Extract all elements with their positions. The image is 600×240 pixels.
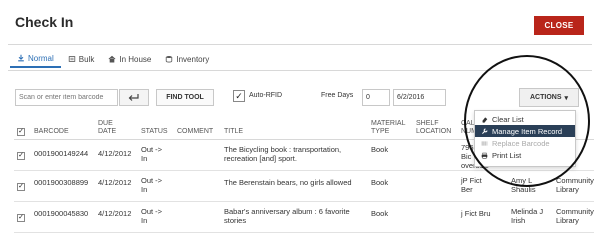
- find-tool-button[interactable]: FIND TOOL: [156, 89, 214, 106]
- tab-normal[interactable]: Normal: [10, 50, 61, 68]
- bulk-icon: [68, 56, 75, 62]
- status-cell-line1: Out ->: [141, 207, 163, 216]
- status-cell-line2: In: [141, 185, 148, 194]
- due-date-cell: 4/12/2012: [98, 149, 132, 158]
- library-cell-line2: Library: [556, 185, 579, 194]
- author-cell-line2: Irish: [511, 216, 526, 225]
- due-date-cell: 4/12/2012: [98, 178, 132, 187]
- page-title: Check In: [15, 14, 74, 30]
- download-icon: [18, 54, 24, 62]
- barcode-icon: [481, 140, 488, 146]
- check-in-toolbar: FIND TOOL ✓ Auto-RFID Free Days 0 6/2/20…: [15, 88, 600, 107]
- title-cell-line2: stories: [224, 216, 247, 225]
- col-barcode[interactable]: BARCODE: [34, 128, 69, 136]
- auto-rfid-label: Auto-RFID: [249, 92, 283, 99]
- col-shelf-location-line1[interactable]: SHELF: [416, 120, 439, 128]
- actions-menu: Clear List Manage Item Record Replace Ba…: [474, 110, 576, 167]
- free-days-input[interactable]: 0: [362, 89, 390, 106]
- eraser-icon: [482, 116, 488, 123]
- tab-bulk-label: Bulk: [78, 54, 95, 64]
- material-type-cell: Book: [371, 209, 389, 218]
- barcode-scan-input[interactable]: [15, 89, 118, 106]
- enter-arrow-icon: [128, 94, 139, 101]
- col-comment[interactable]: COMMENT: [177, 128, 213, 136]
- call-number-cell-line2: Ber: [461, 185, 473, 194]
- material-type-cell: Book: [371, 145, 389, 154]
- tabs-divider: [8, 70, 592, 71]
- col-status[interactable]: STATUS: [141, 128, 168, 136]
- library-cell-line2: Library: [556, 216, 579, 225]
- author-cell-line1: Melinda J: [511, 207, 544, 216]
- library-cell-line1: Community: [556, 176, 594, 185]
- select-all-checkbox[interactable]: ✓: [17, 128, 25, 136]
- actions-button-label: ACTIONS: [529, 94, 562, 101]
- call-number-cell-line2: Bic: [461, 152, 472, 161]
- due-date-cell: 4/12/2012: [98, 209, 132, 218]
- menu-item-clear-list[interactable]: Clear List: [475, 113, 575, 125]
- call-number-cell-line1: j Fict Bru: [461, 209, 491, 218]
- col-due-date-line1[interactable]: DUE: [98, 120, 113, 128]
- menu-item-print-list[interactable]: Print List: [475, 149, 575, 161]
- header-divider: [8, 44, 592, 45]
- material-type-cell: Book: [371, 178, 389, 187]
- title-cell-line1: The Berenstain bears, no girls allowed: [224, 178, 352, 187]
- barcode-cell: 0001900308899: [34, 178, 89, 187]
- tab-inventory-label: Inventory: [176, 54, 210, 64]
- call-number-cell-line1: 796: [461, 143, 474, 152]
- menu-item-replace-barcode: Replace Barcode: [475, 137, 575, 149]
- menu-item-manage-item-record[interactable]: Manage Item Record: [475, 125, 575, 137]
- row-checkbox[interactable]: ✓: [17, 183, 25, 191]
- title-cell-line2: recreation [and] sport.: [224, 154, 297, 163]
- tab-in-house[interactable]: In House: [101, 50, 158, 68]
- menu-item-label: Manage Item Record: [492, 126, 563, 136]
- home-icon: [108, 55, 116, 63]
- col-title[interactable]: TITLE: [224, 128, 243, 136]
- tab-inventory[interactable]: Inventory: [158, 50, 216, 68]
- row-checkbox[interactable]: ✓: [17, 214, 25, 222]
- database-icon: [166, 55, 173, 63]
- library-cell-line1: Community: [556, 207, 594, 216]
- print-icon: [481, 152, 488, 159]
- barcode-cell: 0001900149244: [34, 149, 89, 158]
- close-button[interactable]: CLOSE: [534, 16, 584, 35]
- free-days-label: Free Days: [321, 92, 354, 99]
- title-cell-line1: The Bicycling book : transportation,: [224, 145, 342, 154]
- col-due-date-line2[interactable]: DATE: [98, 128, 116, 136]
- caret-down-icon: ▾: [564, 94, 568, 102]
- status-cell-line1: Out ->: [141, 145, 163, 154]
- author-cell-line1: Amy L: [511, 176, 533, 185]
- col-material-type-line2[interactable]: TYPE: [371, 128, 389, 136]
- col-material-type-line1[interactable]: MATERIAL: [371, 120, 406, 128]
- actions-button[interactable]: ACTIONS ▾: [519, 88, 579, 107]
- title-cell-line1: Babar's anniversary album : 6 favorite: [224, 207, 350, 216]
- menu-item-label: Clear List: [492, 114, 524, 124]
- tab-normal-label: Normal: [28, 53, 54, 63]
- tab-bulk[interactable]: Bulk: [61, 50, 102, 68]
- author-cell-line2: Shaulis: [511, 185, 536, 194]
- enter-barcode-button[interactable]: [119, 89, 149, 106]
- call-number-cell-line1: jP Fict: [461, 176, 482, 185]
- auto-rfid-checkbox[interactable]: ✓: [233, 90, 245, 102]
- tab-in-house-label: In House: [119, 54, 152, 64]
- wrench-icon: [482, 128, 488, 134]
- row-checkbox[interactable]: ✓: [17, 152, 25, 160]
- checkin-date-input[interactable]: 6/2/2016: [393, 89, 446, 106]
- status-cell-line2: In: [141, 154, 148, 163]
- tab-bar: Normal Bulk In House Inventory: [10, 50, 216, 68]
- table-row[interactable]: ✓ 0001900045830 4/12/2012 Out -> In Baba…: [14, 202, 594, 233]
- menu-item-label: Print List: [492, 150, 522, 160]
- col-call-number-line1[interactable]: CAL: [461, 120, 475, 128]
- status-cell-line2: In: [141, 216, 148, 225]
- status-cell-line1: Out ->: [141, 176, 163, 185]
- menu-item-label: Replace Barcode: [492, 138, 550, 148]
- barcode-cell: 0001900045830: [34, 209, 89, 218]
- table-row[interactable]: ✓ 0001900308899 4/12/2012 Out -> In The …: [14, 171, 594, 202]
- col-shelf-location-line2[interactable]: LOCATION: [416, 128, 451, 136]
